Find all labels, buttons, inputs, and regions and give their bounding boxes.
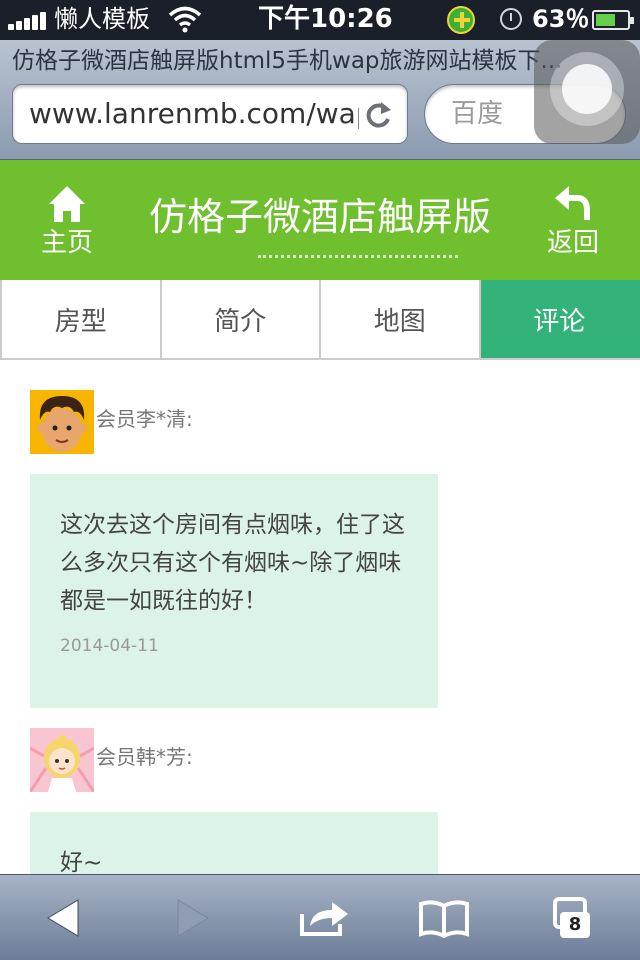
reload-icon[interactable] (363, 99, 393, 135)
tab-map[interactable]: 地图 (321, 280, 481, 358)
home-label: 主页 (40, 228, 93, 258)
browser-address-bar: 仿格子微酒店触屏版html5手机wap旅游网站模板下... www.lanren… (0, 40, 640, 160)
review-list[interactable]: 会员李*清: 这次去这个房间有点烟味，住了这么多次只有这个有烟味~除了烟味都是一… (0, 362, 640, 874)
bookmarks-button[interactable] (414, 891, 474, 945)
status-time: 下午10:26 (258, 4, 393, 34)
review-bubble: 这次去这个房间有点烟味，住了这么多次只有这个有烟味~除了烟味都是一如既往的好！ … (30, 474, 438, 708)
battery-percent: 63％ (532, 5, 590, 33)
search-placeholder: 百度 (451, 99, 504, 129)
home-icon (49, 186, 85, 222)
review-text: 好~ (60, 850, 103, 874)
review-author: 会员李*清: (30, 390, 430, 454)
review-author: 会员韩*芳: (30, 728, 430, 792)
author-name: 会员韩*芳: (96, 745, 193, 769)
home-button[interactable]: 主页 (22, 184, 112, 270)
header-divider (258, 254, 458, 258)
share-icon (300, 902, 348, 936)
status-bar: 懒人模板 下午10:26 63％ (0, 0, 640, 40)
url-field[interactable]: www.lanrenmb.com/wap (12, 84, 408, 144)
review-text: 这次去这个房间有点烟味，住了这么多次只有这个有烟味~除了烟味都是一如既往的好！ (60, 512, 405, 614)
carrier-name: 懒人模板 (54, 5, 150, 33)
review-date: 2014-04-11 (60, 636, 159, 656)
review-bubble: 好~ (30, 812, 438, 874)
security-app-icon (447, 6, 475, 34)
battery-icon (592, 10, 634, 30)
page-title: 仿格子微酒店触屏版 (148, 195, 491, 239)
url-text: www.lanrenmb.com/wap (29, 97, 359, 130)
alarm-clock-icon (500, 8, 522, 30)
back-nav-icon (47, 899, 79, 937)
tab-bar: 房型 简介 地图 评论 (0, 280, 640, 360)
browser-page-title: 仿格子微酒店触屏版html5手机wap旅游网站模板下... (12, 48, 563, 74)
site-header: 主页 仿格子微酒店触屏版 返回 (0, 160, 640, 280)
bookmarks-icon (419, 900, 469, 938)
back-button[interactable]: 返回 (528, 184, 618, 270)
forward-nav-button[interactable] (162, 891, 222, 945)
back-arrow-icon (555, 186, 590, 220)
tab-room-types[interactable]: 房型 (2, 280, 162, 358)
open-tabs-count: 8 (560, 912, 590, 938)
share-button[interactable] (294, 891, 354, 945)
forward-nav-icon (177, 899, 209, 937)
back-label: 返回 (546, 228, 599, 258)
back-nav-button[interactable] (34, 891, 94, 945)
browser-toolbar: 8 (0, 874, 640, 960)
signal-strength-icon (8, 12, 48, 30)
wifi-icon (168, 5, 202, 37)
girl-avatar (30, 728, 94, 792)
tab-introduction[interactable]: 简介 (161, 280, 321, 358)
battery-level-fill (596, 14, 615, 26)
tab-reviews[interactable]: 评论 (480, 280, 640, 358)
author-name: 会员李*清: (96, 407, 193, 431)
boy-avatar (30, 390, 94, 454)
assistive-touch-button[interactable] (534, 40, 640, 144)
